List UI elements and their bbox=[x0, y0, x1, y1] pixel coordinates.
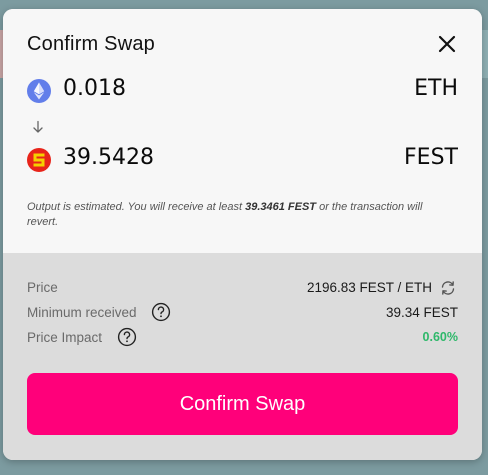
price-impact-label: Price Impact bbox=[27, 330, 103, 345]
price-row: Price 2196.83 FEST / ETH bbox=[27, 277, 458, 299]
output-amount: 39.5428 bbox=[63, 145, 154, 170]
output-token-row: 39.5428 FEST bbox=[27, 144, 458, 176]
estimate-prefix: Output is estimated. You will receive at… bbox=[27, 201, 246, 213]
input-token-row: 0.018 ETH bbox=[27, 75, 458, 107]
minimum-received-help-icon[interactable] bbox=[151, 302, 171, 322]
estimate-min-amount: 39.3461 FEST bbox=[245, 201, 317, 213]
minimum-received-label: Minimum received bbox=[27, 305, 137, 320]
input-token-symbol: ETH bbox=[414, 76, 458, 101]
minimum-received-value: 39.34 FEST bbox=[385, 305, 458, 320]
minimum-received-row: Minimum received 39.34 FEST bbox=[27, 302, 458, 324]
input-amount: 0.018 bbox=[63, 76, 126, 101]
close-icon[interactable] bbox=[436, 33, 458, 55]
price-impact-value: 0.60% bbox=[422, 330, 458, 344]
output-estimate-note: Output is estimated. You will receive at… bbox=[27, 200, 447, 230]
price-impact-row: Price Impact 0.60% bbox=[27, 327, 458, 349]
price-impact-help-icon[interactable] bbox=[117, 327, 137, 347]
confirm-swap-button[interactable]: Confirm Swap bbox=[27, 373, 458, 435]
fest-token-icon bbox=[27, 148, 51, 172]
eth-icon bbox=[27, 79, 51, 103]
arrow-down-icon bbox=[33, 120, 43, 133]
confirm-swap-modal: Confirm Swap 0.018 ETH 39.5428 FEST Outp… bbox=[3, 9, 482, 460]
modal-title: Confirm Swap bbox=[27, 33, 155, 55]
price-label: Price bbox=[27, 280, 58, 295]
output-token-symbol: FEST bbox=[404, 145, 458, 170]
refresh-icon[interactable] bbox=[440, 280, 456, 296]
price-value: 2196.83 FEST / ETH bbox=[306, 280, 432, 295]
